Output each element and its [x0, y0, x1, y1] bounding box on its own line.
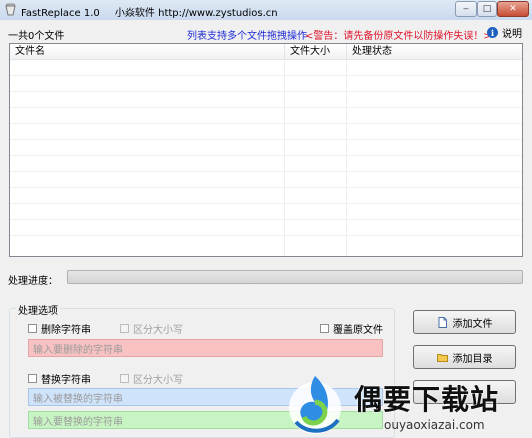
case-sensitive-replace-checkbox[interactable]: 区分大小写	[120, 371, 183, 386]
drag-drop-tip: 列表支持多个文件拖拽操作	[187, 31, 307, 42]
options-group-title: 处理选项	[16, 302, 60, 317]
app-window: FastReplace 1.0 小焱软件 http://www.zystudio…	[0, 0, 532, 438]
file-count-label: 一共0个文件	[8, 31, 65, 42]
replace-string-checkbox[interactable]: 替换字符串	[28, 371, 91, 386]
title-bar[interactable]: FastReplace 1.0 小焱软件 http://www.zystudio…	[0, 0, 532, 20]
progress-label: 处理进度：	[8, 276, 58, 287]
file-icon	[438, 316, 447, 328]
grid-line	[10, 187, 522, 188]
app-author: 小焱软件 http://www.zystudios.cn	[114, 8, 278, 19]
add-folder-label: 添加目录	[452, 353, 493, 365]
grid-line	[10, 91, 522, 92]
add-folder-button[interactable]: 添加目录	[413, 345, 516, 369]
help-link[interactable]: i 说明	[487, 25, 522, 40]
overwrite-label: 覆盖原文件	[333, 325, 383, 336]
window-title: FastReplace 1.0 小焱软件 http://www.zystudio…	[21, 4, 290, 19]
help-label: 说明	[502, 29, 522, 40]
maximize-button[interactable]: □	[477, 1, 497, 17]
replace-string-label: 替换字符串	[41, 375, 91, 386]
case-sensitive-label: 区分大小写	[133, 325, 183, 336]
grid-line	[10, 123, 522, 124]
grid-line	[10, 155, 522, 156]
checkbox-box[interactable]	[28, 374, 37, 383]
column-header-status[interactable]: 处理状态	[347, 44, 522, 59]
close-button[interactable]: ✕	[497, 1, 529, 17]
app-name: FastReplace 1.0	[21, 8, 100, 19]
delete-string-label: 删除字符串	[41, 325, 91, 336]
grid-line	[10, 171, 522, 172]
checkbox-box[interactable]	[120, 324, 129, 333]
case-sensitive-delete-checkbox[interactable]: 区分大小写	[120, 321, 183, 336]
overwrite-checkbox[interactable]: 覆盖原文件	[320, 321, 383, 336]
case-sensitive-label: 区分大小写	[133, 375, 183, 386]
watermark-name: 偶要下载站	[354, 383, 500, 416]
backup-warning: <警告：请先备份原文件以防操作失误！>	[305, 31, 492, 42]
minimize-icon: ‒	[463, 4, 469, 14]
grid-line	[10, 75, 522, 76]
add-file-label: 添加文件	[452, 318, 493, 330]
progress-bar	[67, 270, 523, 284]
minimize-button[interactable]: ‒	[455, 1, 477, 17]
column-header-filesize[interactable]: 文件大小	[285, 44, 347, 59]
folder-icon	[436, 353, 448, 362]
grid-divider	[284, 59, 285, 256]
column-header-filename[interactable]: 文件名	[10, 44, 285, 59]
watermark-logo-icon	[289, 376, 341, 434]
grid-line	[10, 139, 522, 140]
grid-divider	[346, 59, 347, 256]
app-logo-icon	[5, 3, 16, 16]
maximize-icon: □	[482, 4, 492, 14]
grid-line	[10, 235, 522, 236]
checkbox-box[interactable]	[120, 374, 129, 383]
grid-line	[10, 203, 522, 204]
checkbox-box[interactable]	[320, 324, 329, 333]
grid-line	[10, 219, 522, 220]
checkbox-box[interactable]	[28, 324, 37, 333]
file-list-header: 文件名 文件大小 处理状态	[10, 44, 522, 60]
info-icon: i	[487, 27, 498, 38]
watermark-url: ouyaoxiazai.com	[384, 418, 485, 432]
add-file-button[interactable]: 添加文件	[413, 310, 516, 334]
delete-string-input[interactable]: 输入要删除的字符串	[28, 339, 383, 357]
close-icon: ✕	[509, 4, 517, 14]
file-list[interactable]: 文件名 文件大小 处理状态	[9, 43, 523, 257]
delete-string-checkbox[interactable]: 删除字符串	[28, 321, 91, 336]
grid-line	[10, 107, 522, 108]
